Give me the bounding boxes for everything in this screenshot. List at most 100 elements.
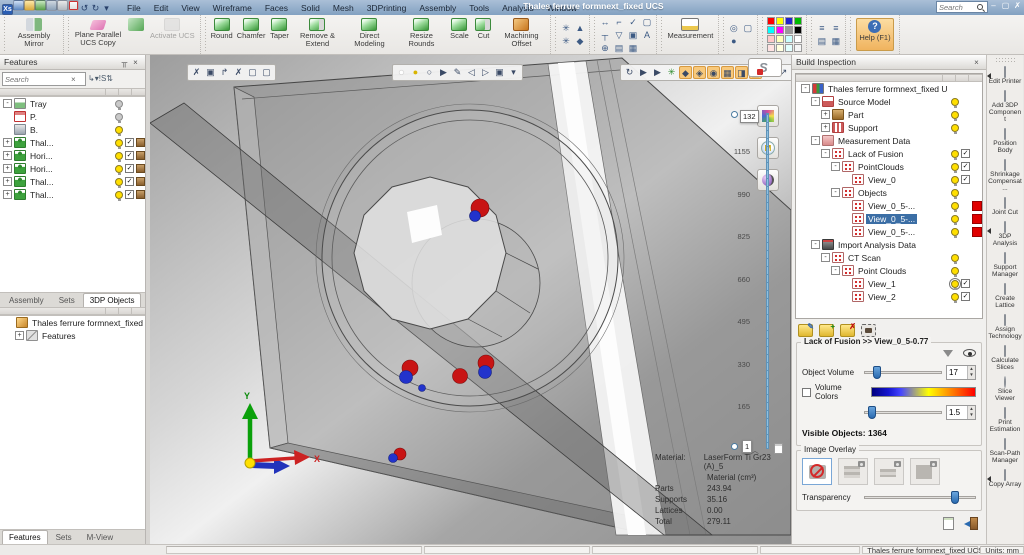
color-swatch[interactable] [972,201,982,211]
orbit-icon[interactable]: ↻ [623,66,636,79]
tree-row[interactable]: - Source Model [796,95,982,108]
color-swatch[interactable] [972,214,982,224]
dim-table-icon[interactable]: ▤ [612,42,625,54]
color-swatch[interactable] [794,17,802,25]
tree-row[interactable]: P. [0,110,145,123]
close-icon[interactable]: × [130,58,141,67]
delete-object-icon[interactable]: ✗ [840,324,855,337]
sidebar-command[interactable]: Joint Cut [987,196,1023,220]
assembly-mirror-button[interactable]: Assembly Mirror [8,16,60,53]
tree-row[interactable]: View_2 [796,290,982,303]
filter-feature-icon[interactable]: ◨ [735,66,748,79]
filter-loop-icon[interactable]: ◉ [707,66,720,79]
show-by-pick-icon[interactable]: ▶ [437,66,450,79]
expander[interactable]: + [3,138,12,147]
zoom-out-icon[interactable]: ▢ [741,22,754,34]
visibility-bulb-icon[interactable] [115,165,123,173]
cut-button[interactable]: Cut [471,16,495,53]
visibility-bulb-icon[interactable] [951,111,959,119]
expander[interactable]: - [3,99,12,108]
tree-row[interactable]: + Hori... [0,149,145,162]
tree-row[interactable]: View_1 [796,277,982,290]
tree-row[interactable]: + Hori... [0,162,145,175]
tree-row[interactable]: - PointClouds [796,160,982,173]
filter-face-icon[interactable]: ◆ [679,66,692,79]
tree-row[interactable]: - Import Analysis Data [796,238,982,251]
ucs-hide-icon[interactable]: ✗ [232,66,245,79]
z-range-slider[interactable] [766,113,769,449]
visibility-eye-icon[interactable] [963,349,976,357]
object-box-icon[interactable] [136,164,145,173]
pick-icon[interactable]: ▶ [637,66,650,79]
minimize-button[interactable]: – [989,1,998,10]
spin-down-icon[interactable]: ▼ [968,412,975,419]
sidebar-command[interactable]: Scan-Path Manager [987,437,1023,468]
help-button[interactable]: ? Help (F1) [856,18,893,51]
overlay-none-button[interactable] [802,458,832,485]
dim-image-icon[interactable]: ▦ [626,42,639,54]
tree-row[interactable]: Thales ferrure formnext_fixed UCS [0,316,145,329]
visibility-bulb-icon[interactable] [951,254,959,262]
line-style-icon[interactable]: ≡ [829,22,842,34]
flyout-arrow-icon[interactable] [987,476,991,482]
objects-size-input[interactable] [947,406,967,419]
ucs-box-icon[interactable]: ▣ [204,66,217,79]
tree-row[interactable]: + Thal... [0,136,145,149]
machining-offset-button[interactable]: Machining Offset [495,16,547,53]
zoom-selected-icon[interactable]: ● [727,35,740,47]
expander[interactable]: + [3,164,12,173]
snap-vertex-icon[interactable]: ✳ [665,66,678,79]
visibility-bulb-icon[interactable] [951,215,959,223]
pick-move-icon[interactable]: ▶ [651,66,664,79]
tree-row[interactable]: - Objects [796,186,982,199]
visibility-bulb-icon[interactable] [951,293,959,301]
restore-button[interactable]: ▢ [1001,1,1010,10]
reorder-icon[interactable]: ↳ [88,74,95,83]
visibility-bulb-icon[interactable] [115,126,123,134]
plane-parallel-button[interactable]: Plane Parallel UCS Copy [72,16,124,53]
dim-flag-icon[interactable]: ⌐ [612,16,625,28]
scatter-icon[interactable]: ✳ [559,35,572,47]
expander[interactable]: + [3,151,12,160]
ucs-copy-button[interactable] [124,16,148,53]
dim-check-icon[interactable]: ✓ [626,16,639,28]
dim-view-icon[interactable]: ▣ [626,29,639,41]
tree-row[interactable]: - Point Clouds [796,264,982,277]
exit-icon[interactable] [964,517,978,530]
collapse-chevron-icon[interactable]: ︿ [751,445,759,456]
tree-row[interactable]: View_0 [796,173,982,186]
objects-size-slider[interactable] [864,411,942,414]
filter-edge-icon[interactable]: ◈ [693,66,706,79]
measurement-button[interactable]: Measurement [665,16,715,53]
tree-row[interactable]: + Features [0,329,145,342]
object-volume-spinbox[interactable]: ▲▼ [946,365,976,380]
tree-row[interactable]: - CT Scan [796,251,982,264]
sidebar-command[interactable]: Add 3DP Component [987,89,1023,127]
visibility-bulb-icon[interactable] [115,113,123,121]
close-button[interactable]: ✗ [1013,1,1022,10]
panel-tab[interactable]: Sets [49,530,79,544]
sidebar-command[interactable]: Calculate Slices [987,344,1023,375]
color-swatch[interactable] [785,17,793,25]
search-input[interactable] [939,3,977,12]
objects-size-spinbox[interactable]: ▲▼ [946,405,976,420]
expand-collapse-icon[interactable]: ⇅ [106,74,113,83]
panel-tab[interactable]: Sets [52,293,82,307]
dim-linear-icon[interactable]: ↔ [598,16,611,28]
sidebar-command[interactable]: Shrinkage Compensat... [987,158,1023,196]
check-icon[interactable] [961,149,970,158]
filter-funnel-icon[interactable] [943,350,953,357]
tree-row[interactable]: + Thal... [0,175,145,188]
expander[interactable]: + [821,110,830,119]
tree-row[interactable]: - Measurement Data [796,134,982,147]
color-swatch[interactable] [785,44,793,52]
paste-icon[interactable] [68,0,79,11]
panel-tab[interactable]: Features [2,530,48,544]
object-box-icon[interactable] [136,177,145,186]
dim-angle-icon[interactable]: ▽ [612,29,625,41]
color-swatch[interactable] [767,44,775,52]
color-swatch[interactable] [785,26,793,34]
tree-row[interactable]: B. [0,123,145,136]
shade-icon[interactable]: ◆ [573,35,586,47]
tree-row[interactable]: - Thales ferrure formnext_fixed UCS [796,82,982,95]
